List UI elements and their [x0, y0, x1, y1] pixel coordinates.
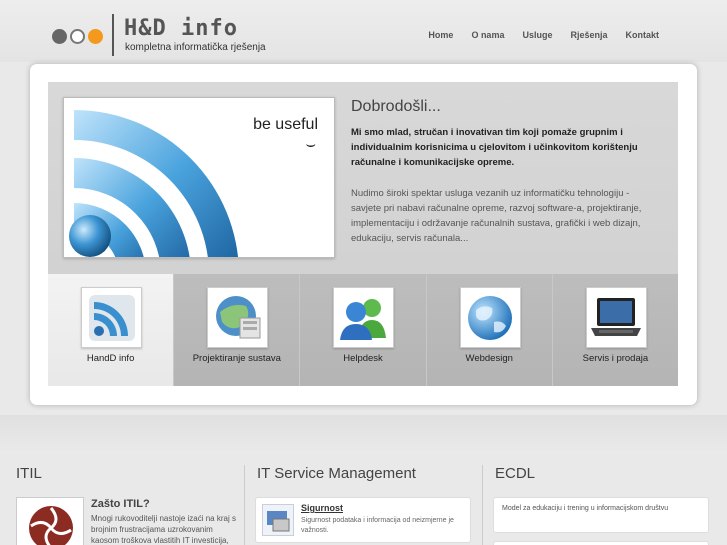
ecdl-card-secondary[interactable]: [493, 541, 709, 545]
itsm-card[interactable]: Sigurnost Sigurnost podataka i informaci…: [255, 497, 471, 543]
itil-heading[interactable]: Zašto ITIL?: [91, 498, 150, 510]
ecdl-title: ECDL: [495, 465, 536, 482]
hero: be useful ⌣ Dobrodošli... Mi smo mlad, s…: [48, 82, 678, 274]
rss-icon: [81, 287, 142, 348]
nav-kontakt[interactable]: Kontakt: [626, 30, 660, 40]
nav-rjesenja[interactable]: Rješenja: [570, 30, 607, 40]
hero-image: be useful ⌣: [63, 97, 335, 258]
service-projektiranje[interactable]: Projektiranje sustava: [174, 274, 301, 386]
itil-text: Mnogi rukovoditelji nastoje izaći na kra…: [91, 514, 236, 545]
service-handd-info[interactable]: HandD info: [48, 274, 175, 386]
logo-subtitle: kompletna informatička rješenja: [125, 42, 266, 53]
section-divider: [0, 415, 727, 455]
service-label: Servis i prodaja: [582, 353, 649, 364]
network-globe-icon: [207, 287, 269, 348]
service-servis-prodaja[interactable]: Servis i prodaja: [552, 274, 679, 386]
itil-column: ITIL Zašto ITIL? Mnogi rukovoditelji nas…: [16, 465, 236, 545]
laptop-icon: [585, 287, 647, 348]
service-label: Helpdesk: [343, 353, 383, 364]
itsm-card-heading[interactable]: Sigurnost: [301, 503, 343, 513]
service-webdesign[interactable]: Webdesign: [426, 274, 553, 386]
ecdl-card[interactable]: Model za edukaciju i trening u informaci…: [493, 497, 709, 533]
itsm-column: IT Service Management Sigurnost Sigurnos…: [244, 465, 474, 545]
smiley-icon: ⌣: [305, 136, 316, 153]
itil-title: ITIL: [16, 465, 42, 482]
header: H&D info kompletna informatička rješenja…: [0, 0, 727, 62]
nav-o-nama[interactable]: O nama: [471, 30, 504, 40]
users-icon: [333, 287, 395, 348]
logo-divider: [112, 14, 114, 56]
hero-tagline: be useful: [253, 116, 318, 133]
service-helpdesk[interactable]: Helpdesk: [300, 274, 427, 386]
itsm-title: IT Service Management: [257, 465, 416, 482]
logo-dot-white: [70, 29, 85, 44]
hero-description: Nudimo široki spektar usluga vezanih uz …: [351, 188, 642, 244]
itsm-card-text: Sigurnost podataka i informacija od neiz…: [301, 517, 454, 534]
hero-intro: Mi smo mlad, stručan i inovativan tim ko…: [351, 127, 638, 168]
main-panel: be useful ⌣ Dobrodošli... Mi smo mlad, s…: [30, 64, 697, 405]
hero-title: Dobrodošli...: [351, 98, 441, 115]
logo-dot-gray: [52, 29, 67, 44]
nav-usluge[interactable]: Usluge: [522, 30, 552, 40]
logo-dot-orange: [88, 29, 103, 44]
logo-title: H&D info: [124, 16, 238, 41]
itil-logo-icon[interactable]: [16, 497, 84, 545]
service-label: Webdesign: [465, 353, 513, 364]
services-bar: HandD info Projektiranje sustava Helpdes…: [48, 274, 679, 386]
globe-icon: [459, 287, 521, 348]
service-label: Projektiranje sustava: [192, 353, 281, 364]
nav-home[interactable]: Home: [428, 30, 453, 40]
main-nav: Home O nama Usluge Rješenja Kontakt: [428, 30, 659, 40]
ecdl-column: ECDL Model za edukaciju i trening u info…: [482, 465, 722, 545]
security-icon: [262, 504, 294, 536]
service-label: HandD info: [86, 353, 135, 364]
